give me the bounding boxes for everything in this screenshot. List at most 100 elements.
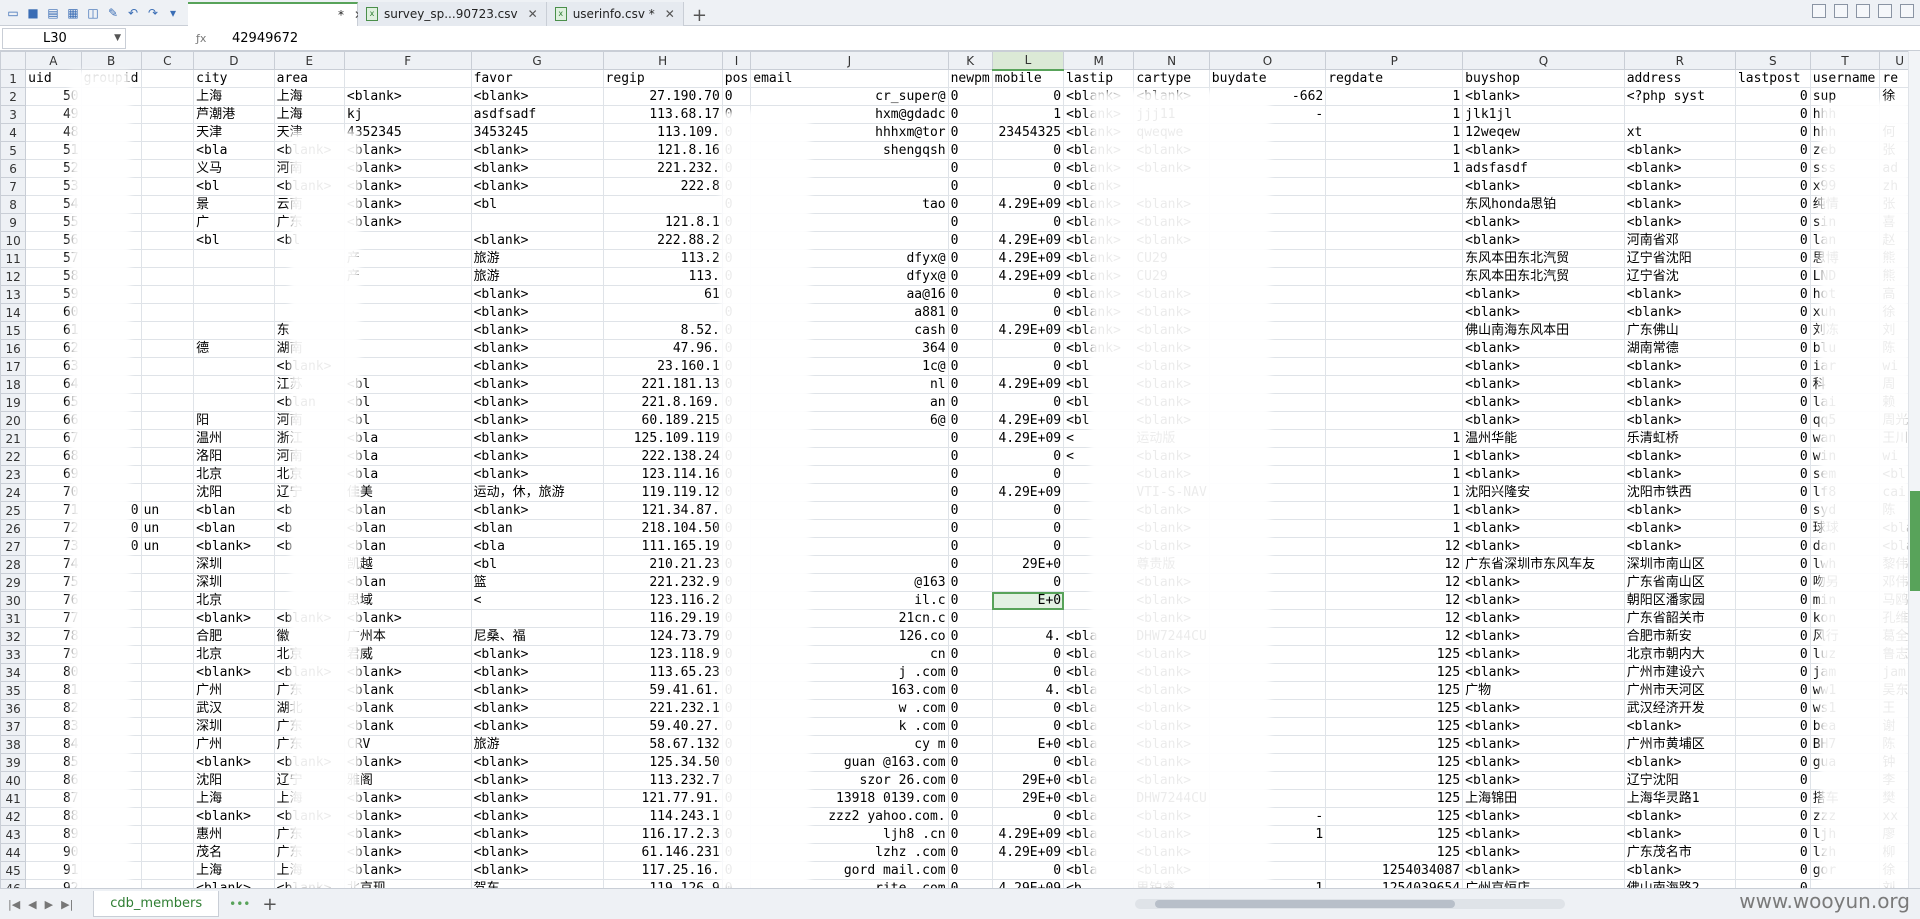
row-header[interactable]: 37 — [0, 717, 27, 736]
cell[interactable]: 125 — [1325, 843, 1464, 862]
cell[interactable]: <blank> — [343, 141, 472, 160]
cell[interactable]: 4.29E+09 — [991, 843, 1065, 862]
cell[interactable] — [140, 555, 195, 574]
cell[interactable]: <blank> — [1462, 627, 1625, 646]
cell[interactable]: 0 — [947, 753, 993, 772]
cell[interactable]: <blank> — [1462, 537, 1625, 556]
more-sheets-icon[interactable]: ••• — [229, 897, 250, 911]
cell[interactable]: 0 — [991, 159, 1065, 178]
cell[interactable]: 1 — [1325, 465, 1464, 484]
cell[interactable]: 123.114.16 — [602, 465, 723, 484]
cell[interactable]: 0 — [991, 717, 1065, 736]
cell[interactable]: 辽宁省沈阳 — [1623, 249, 1736, 268]
field-name-cell[interactable] — [140, 69, 195, 88]
cell[interactable]: 4. — [991, 627, 1065, 646]
cell[interactable] — [1325, 339, 1464, 358]
skin-icon[interactable] — [1834, 4, 1848, 18]
first-sheet-icon[interactable]: |◀ — [8, 898, 20, 911]
next-sheet-icon[interactable]: ▶ — [45, 898, 53, 911]
cell[interactable]: <blank> — [1462, 213, 1625, 232]
cell[interactable]: <blank> — [1462, 519, 1625, 538]
cell[interactable]: 0 — [947, 159, 993, 178]
column-header-j[interactable]: J — [750, 51, 949, 70]
cell[interactable]: <blank> — [1623, 501, 1736, 520]
cell[interactable]: 121.8.16 — [602, 141, 723, 160]
row-header[interactable]: 30 — [0, 591, 27, 610]
cell[interactable]: <blank> — [1623, 285, 1736, 304]
cell[interactable]: <blank> — [1462, 141, 1625, 160]
row-header[interactable]: 9 — [0, 213, 27, 232]
cell[interactable]: 合肥市新安 — [1623, 627, 1736, 646]
row-header[interactable]: 3 — [0, 105, 27, 124]
cell[interactable]: 4.29E+09 — [991, 411, 1065, 430]
window-icon[interactable] — [1812, 4, 1826, 18]
cell[interactable]: <blank> — [470, 357, 604, 376]
cell[interactable] — [193, 357, 275, 376]
cell[interactable] — [1325, 249, 1464, 268]
cell[interactable]: 广物 — [1462, 681, 1625, 700]
cell[interactable]: <blank> — [1623, 195, 1736, 214]
row-header[interactable]: 38 — [0, 735, 27, 754]
cell[interactable]: 221.181.13 — [602, 375, 723, 394]
cell[interactable]: 东风honda思铂 — [1462, 195, 1625, 214]
cell[interactable] — [140, 663, 195, 682]
cell[interactable]: 29E+0 — [991, 789, 1065, 808]
cell[interactable]: <blank> — [470, 807, 604, 826]
cell[interactable]: 4.29E+09 — [991, 483, 1065, 502]
cell[interactable]: 芦潮港 — [193, 105, 275, 124]
row-header[interactable]: 10 — [0, 231, 27, 250]
cell[interactable]: 0 — [991, 861, 1065, 880]
cell[interactable]: un — [140, 537, 195, 556]
cell[interactable] — [991, 609, 1065, 628]
cell[interactable]: <blank> — [1623, 159, 1736, 178]
cell[interactable]: 0 — [1734, 429, 1811, 448]
field-name-cell[interactable]: area — [273, 69, 345, 88]
cell[interactable]: 0 — [1734, 627, 1811, 646]
cell[interactable]: 222.8 — [602, 177, 723, 196]
cell[interactable]: <blank> — [470, 375, 604, 394]
cell[interactable]: 113.65.23 — [602, 663, 723, 682]
row-header[interactable]: 1 — [0, 69, 27, 88]
cell[interactable]: 0 — [947, 879, 993, 888]
cell[interactable]: 0 — [947, 447, 993, 466]
cell[interactable]: 113.68.17 — [602, 105, 723, 124]
cell[interactable]: <blank> — [193, 663, 275, 682]
cell[interactable]: 惠州 — [193, 825, 275, 844]
cell[interactable] — [140, 627, 195, 646]
cell[interactable] — [140, 177, 195, 196]
row-header[interactable]: 24 — [0, 483, 27, 502]
field-name-cell[interactable]: regip — [602, 69, 723, 88]
cell[interactable]: 1254039654 — [1325, 879, 1464, 888]
cell[interactable]: 佳美 — [343, 483, 472, 502]
cell[interactable]: 1 — [1325, 501, 1464, 520]
cell[interactable]: 上海 — [273, 87, 345, 106]
cell[interactable]: <blank> — [470, 753, 604, 772]
cell[interactable] — [140, 447, 195, 466]
cell[interactable] — [470, 213, 604, 232]
cell[interactable]: 125 — [1325, 771, 1464, 790]
cell[interactable] — [140, 753, 195, 772]
cell[interactable]: <blank> — [1462, 843, 1625, 862]
cell[interactable]: <blank> — [1462, 285, 1625, 304]
cell[interactable]: 0 — [947, 825, 993, 844]
cell[interactable]: 乐清虹桥 — [1623, 429, 1736, 448]
cell[interactable]: 113.2 — [602, 249, 723, 268]
cell[interactable]: 0 — [947, 519, 993, 538]
column-header-h[interactable]: H — [602, 51, 723, 70]
column-header-d[interactable]: D — [193, 51, 275, 70]
cell[interactable] — [1325, 303, 1464, 322]
column-header-m[interactable]: M — [1063, 51, 1135, 70]
cell[interactable]: 221.232.9 — [602, 573, 723, 592]
cell[interactable]: 景 — [193, 195, 275, 214]
close-icon[interactable]: ✕ — [665, 7, 675, 21]
cell[interactable]: <blan — [343, 519, 472, 538]
cell[interactable]: <blan — [470, 519, 604, 538]
cell[interactable]: <bl — [470, 195, 604, 214]
cell[interactable]: <blank> — [343, 177, 472, 196]
cell[interactable]: <blank> — [1623, 447, 1736, 466]
cell[interactable]: adsfasdf — [1462, 159, 1625, 178]
cell[interactable]: 阳 — [193, 411, 275, 430]
cell[interactable]: 义马 — [193, 159, 275, 178]
cell[interactable]: <blank> — [470, 771, 604, 790]
cell[interactable]: <blank> — [1462, 717, 1625, 736]
